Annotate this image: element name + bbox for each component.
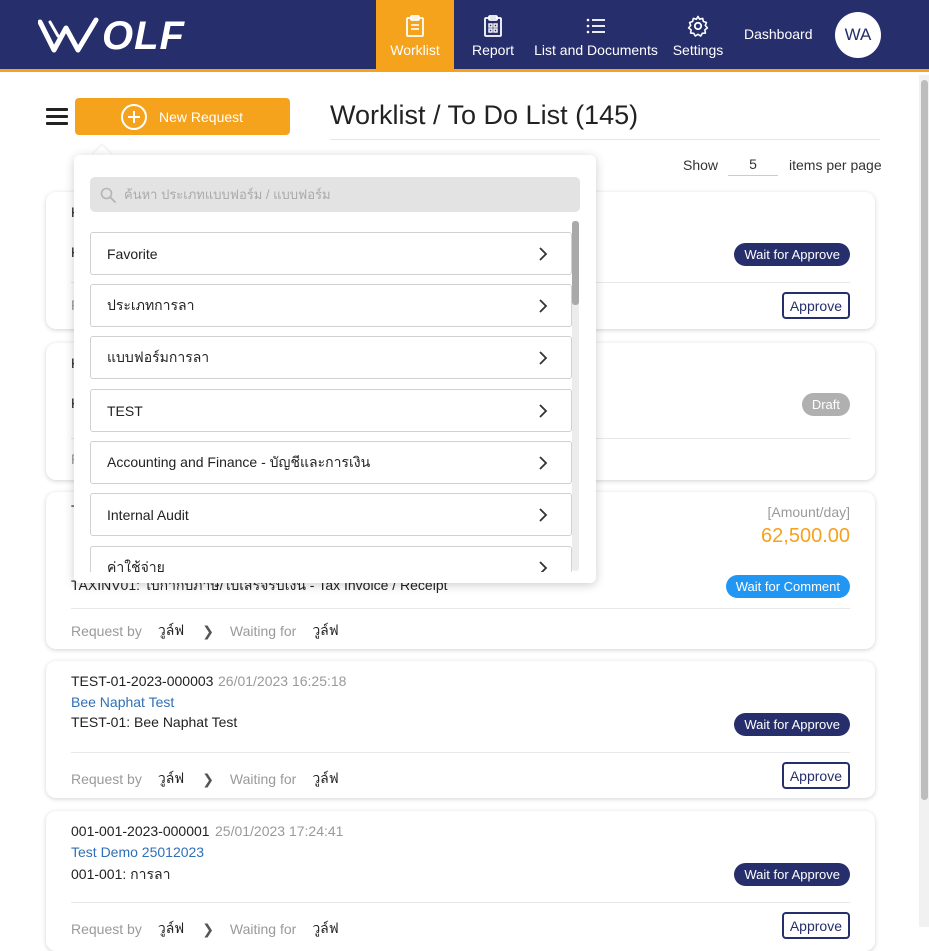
dropdown-scrollbar-thumb[interactable]	[572, 221, 579, 305]
waiting-for-label: Waiting for	[229, 771, 297, 787]
category-label: TEST	[107, 402, 143, 419]
category-item[interactable]: Favorite	[90, 232, 572, 275]
waiting-for-label: Waiting for	[229, 623, 297, 639]
wolf-logo[interactable]: OLF	[38, 12, 185, 60]
items-per-page-input[interactable]	[728, 152, 778, 176]
category-label: Accounting and Finance - บัญชีและการเงิน	[107, 453, 371, 470]
items-per-page-label: items per page	[789, 157, 882, 173]
card-date: 25/01/2023 17:24:41	[215, 823, 344, 839]
show-label: Show	[683, 157, 719, 173]
page-scrollbar-thumb[interactable]	[921, 80, 928, 800]
request-by-label: Request by	[71, 771, 142, 787]
new-request-label: New Request	[159, 108, 244, 125]
chevron-right-icon	[539, 247, 548, 261]
top-navbar: OLF Worklist Report List and Documents S…	[0, 0, 929, 72]
nav-worklist[interactable]: Worklist	[376, 0, 454, 72]
nav-report-label: Report	[471, 42, 515, 58]
new-request-dropdown: Favorite ประเภทการลา แบบฟอร์มการลา TEST …	[74, 155, 596, 583]
logo-text: OLF	[102, 13, 185, 58]
approve-button[interactable]: Approve	[781, 762, 850, 789]
status-badge: Draft	[801, 393, 850, 416]
list-icon	[586, 18, 605, 34]
card-divider	[71, 608, 850, 609]
request-by-label: Request by	[71, 623, 142, 639]
nav-settings-label: Settings	[672, 42, 724, 58]
card-subtitle: TEST-01: Bee Naphat Test	[71, 714, 238, 730]
avatar[interactable]: WA	[835, 12, 881, 58]
amount-label: [Amount/day]	[767, 504, 851, 520]
wolf-logo-icon	[38, 17, 99, 53]
chevron-right-icon: ❯	[202, 920, 214, 937]
card-title-link[interactable]: Test Demo 25012023	[71, 844, 204, 860]
hamburger-menu-icon[interactable]	[46, 108, 68, 126]
card-footer: Request by วูล์ฟ ❯ Waiting for วูล์ฟ	[71, 620, 339, 642]
approve-button[interactable]: Approve	[781, 292, 850, 319]
category-label: Internal Audit	[107, 506, 189, 523]
card-title-link[interactable]: Bee Naphat Test	[71, 694, 174, 710]
request-by-label: Request by	[71, 921, 142, 937]
category-item[interactable]: ค่าใช้จ่าย	[90, 546, 572, 572]
worklist-card[interactable]: TEST-01-2023-000003 26/01/2023 16:25:18 …	[46, 661, 875, 798]
card-footer: Request by วูล์ฟ ❯ Waiting for วูล์ฟ	[71, 918, 339, 940]
card-doc-number: TEST-01-2023-000003	[71, 673, 214, 689]
request-by-name: วูล์ฟ	[157, 920, 185, 936]
card-divider	[71, 902, 850, 903]
report-icon	[484, 15, 502, 37]
status-badge: Wait for Comment	[725, 575, 850, 598]
category-label: ค่าใช้จ่าย	[107, 558, 165, 573]
waiting-for-label: Waiting for	[229, 921, 297, 937]
category-item[interactable]: Internal Audit	[90, 493, 572, 536]
chevron-right-icon: ❯	[202, 622, 214, 639]
gear-icon	[687, 15, 709, 37]
waiting-for-name: วูล์ฟ	[312, 920, 339, 936]
nav-report[interactable]: Report	[462, 0, 524, 72]
category-item[interactable]: TEST	[90, 389, 572, 432]
waiting-for-name: วูล์ฟ	[312, 770, 339, 786]
chevron-right-icon	[539, 299, 548, 313]
card-subtitle: 001-001: การลา	[71, 866, 171, 882]
card-divider	[71, 752, 850, 753]
title-divider	[330, 139, 880, 140]
nav-dashboard[interactable]: Dashboard	[744, 26, 813, 42]
category-item[interactable]: แบบฟอร์มการลา	[90, 336, 572, 379]
card-footer: Request by วูล์ฟ ❯ Waiting for วูล์ฟ	[71, 768, 339, 790]
form-category-list[interactable]: Favorite ประเภทการลา แบบฟอร์มการลา TEST …	[90, 232, 572, 572]
approve-button[interactable]: Approve	[781, 912, 850, 939]
category-item[interactable]: Accounting and Finance - บัญชีและการเงิน	[90, 441, 572, 484]
request-by-name: วูล์ฟ	[157, 622, 185, 638]
plus-circle-icon	[121, 104, 147, 130]
chevron-right-icon: ❯	[202, 770, 214, 787]
worklist-card[interactable]: 001-001-2023-000001 25/01/2023 17:24:41 …	[46, 811, 875, 951]
new-request-button[interactable]: New Request	[75, 98, 290, 135]
page-title: Worklist / To Do List (145)	[330, 100, 639, 130]
card-doc-number: 001-001-2023-000001	[71, 823, 210, 839]
waiting-for-name: วูล์ฟ	[312, 622, 339, 638]
nav-worklist-label: Worklist	[390, 42, 440, 58]
request-by-name: วูล์ฟ	[157, 770, 185, 786]
chevron-right-icon	[539, 404, 548, 418]
card-date: 26/01/2023 16:25:18	[218, 673, 347, 689]
chevron-right-icon	[539, 351, 548, 365]
nav-list-label: List and Documents	[534, 42, 658, 58]
form-search-box[interactable]	[90, 177, 580, 212]
chevron-right-icon	[539, 561, 548, 572]
search-icon	[100, 187, 116, 203]
category-label: Favorite	[107, 245, 158, 262]
nav-settings[interactable]: Settings	[668, 0, 728, 72]
chevron-right-icon	[539, 456, 548, 470]
category-item[interactable]: ประเภทการลา	[90, 284, 572, 327]
clipboard-icon	[406, 15, 424, 37]
chevron-right-icon	[539, 508, 548, 522]
form-search-input[interactable]	[124, 177, 574, 212]
status-badge: Wait for Approve	[734, 243, 850, 266]
status-badge: Wait for Approve	[734, 863, 850, 886]
nav-list-and-documents[interactable]: List and Documents	[532, 0, 660, 72]
category-label: ประเภทการลา	[107, 296, 195, 313]
amount-value: 62,500.00	[761, 525, 850, 547]
status-badge: Wait for Approve	[734, 713, 850, 736]
category-label: แบบฟอร์มการลา	[107, 348, 210, 365]
